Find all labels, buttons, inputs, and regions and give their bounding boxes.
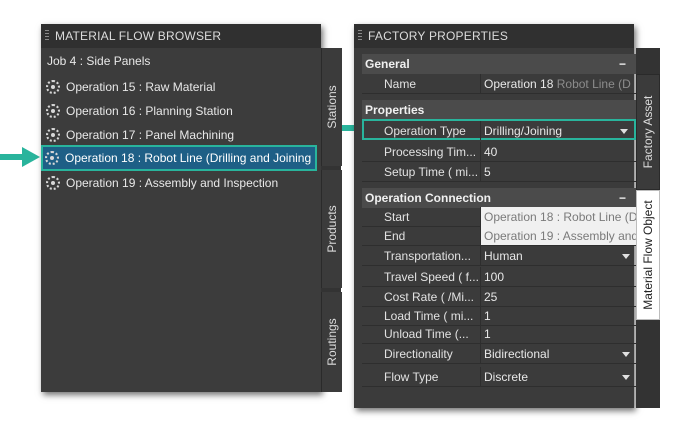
section-properties[interactable]: Properties [362, 100, 636, 120]
end-value: Operation 19 : Assembly and [480, 226, 636, 245]
gear-icon [46, 104, 60, 118]
chevron-down-icon[interactable] [622, 352, 630, 357]
material-flow-browser-panel: MATERIAL FLOW BROWSER Job 4 : Side Panel… [41, 24, 342, 392]
tab-products[interactable]: Products [321, 170, 342, 288]
property-row-transportation[interactable]: Transportation... Human [362, 246, 636, 266]
flow-type-select[interactable]: Discrete [480, 367, 636, 386]
operation-item[interactable]: Operation 19 : Assembly and Inspection [44, 172, 316, 194]
tab-label: Routings [325, 318, 339, 366]
property-label: End [384, 229, 406, 243]
properties-titlebar[interactable]: FACTORY PROPERTIES [354, 24, 634, 48]
section-operation-connection[interactable]: Operation Connection − [362, 188, 636, 208]
operation-label: Operation 15 : Raw Material [66, 80, 216, 94]
property-row-start: Start Operation 18 : Robot Line (D [362, 207, 636, 227]
property-label: Travel Speed ( f... [384, 270, 479, 284]
transportation-select[interactable]: Human [480, 246, 636, 265]
property-label: Operation Type [384, 124, 466, 138]
property-label: Load Time ( mi... [384, 309, 474, 323]
arrow-right-icon [0, 147, 40, 167]
job-node[interactable]: Job 4 : Side Panels [47, 54, 150, 68]
operation-label: Operation 16 : Planning Station [66, 104, 233, 118]
property-row-unload-time: Unload Time (... 1 [362, 324, 636, 344]
operation-item[interactable]: Operation 17 : Panel Machining [44, 124, 316, 146]
property-label: Start [384, 210, 410, 224]
chevron-down-icon[interactable] [622, 375, 630, 380]
property-row-flow-type[interactable]: Flow Type Discrete [362, 367, 636, 387]
property-row-processing-time: Processing Tim... 40 [362, 142, 636, 162]
gear-icon [46, 80, 60, 94]
property-label: Cost Rate ( /Mi... [384, 290, 475, 304]
property-label: Directionality [384, 347, 453, 361]
tab-factory-asset[interactable]: Factory Asset [636, 74, 660, 190]
unload-time-field[interactable]: 1 [480, 324, 636, 343]
property-label: Setup Time ( mi... [384, 165, 479, 179]
property-row-directionality[interactable]: Directionality Bidirectional [362, 344, 636, 364]
property-label: Processing Tim... [384, 145, 477, 159]
operation-item[interactable]: Operation 15 : Raw Material [44, 76, 316, 98]
chevron-down-icon[interactable] [620, 129, 628, 134]
property-row-setup-time: Setup Time ( mi... 5 [362, 162, 636, 182]
operation-item-selected[interactable]: Operation 18 : Robot Line (Drilling and … [41, 145, 317, 171]
tab-routings[interactable]: Routings [321, 292, 342, 392]
tab-material-flow-object[interactable]: Material Flow Object [636, 190, 660, 320]
tab-label: Material Flow Object [641, 200, 655, 310]
processing-time-field[interactable]: 40 [480, 142, 636, 161]
property-label: Flow Type [384, 370, 439, 384]
collapse-icon[interactable]: − [619, 54, 626, 74]
tab-label: Stations [325, 85, 339, 129]
start-value: Operation 18 : Robot Line (D [480, 207, 636, 226]
name-value[interactable]: Operation 18 Robot Line (D [480, 74, 636, 93]
load-time-field[interactable]: 1 [480, 306, 636, 325]
operation-item[interactable]: Operation 16 : Planning Station [44, 100, 316, 122]
select-value: Bidirectional [484, 347, 550, 361]
grip-icon[interactable] [45, 30, 49, 42]
section-title: General [365, 57, 410, 71]
browser-titlebar[interactable]: MATERIAL FLOW BROWSER [41, 24, 321, 48]
cost-rate-field[interactable]: 25 [480, 287, 636, 306]
tab-label: Factory Asset [641, 95, 655, 169]
property-label: Transportation... [384, 249, 471, 263]
tab-stations[interactable]: Stations [321, 48, 342, 166]
operation-label: Operation 19 : Assembly and Inspection [66, 176, 279, 190]
gear-icon [45, 151, 59, 165]
operation-label: Operation 17 : Panel Machining [66, 128, 235, 142]
property-row-load-time: Load Time ( mi... 1 [362, 306, 636, 326]
gear-icon [46, 128, 60, 142]
setup-time-field[interactable]: 5 [480, 162, 636, 181]
browser-title: MATERIAL FLOW BROWSER [55, 29, 222, 43]
operation-type-select[interactable]: Drilling/Joining [480, 121, 634, 140]
property-label: Name [384, 77, 417, 91]
property-row-end: End Operation 19 : Assembly and [362, 226, 636, 246]
section-title: Operation Connection [365, 191, 491, 205]
browser-side-tabs: Stations Products Routings [321, 48, 342, 392]
select-value: Discrete [484, 370, 529, 384]
property-label: Unload Time (... [384, 327, 469, 341]
section-title: Properties [365, 103, 425, 117]
property-row-operation-type[interactable]: Operation Type Drilling/Joining [362, 119, 636, 140]
select-value: Human [484, 249, 523, 263]
gear-icon [46, 176, 60, 190]
select-value: Drilling/Joining [484, 124, 563, 138]
factory-properties-panel: FACTORY PROPERTIES General − Name Operat… [354, 24, 660, 408]
operation-label: Operation 18 : Robot Line (Drilling and … [65, 151, 312, 165]
tab-label: Products [325, 205, 339, 253]
property-row-cost-rate: Cost Rate ( /Mi... 25 [362, 287, 636, 307]
travel-speed-field[interactable]: 100 [480, 267, 636, 286]
property-row-name: Name Operation 18 Robot Line (D [362, 74, 636, 94]
section-general[interactable]: General − [362, 54, 636, 74]
directionality-select[interactable]: Bidirectional [480, 344, 636, 363]
name-value-text: Operation 18 [484, 77, 554, 91]
grip-icon[interactable] [358, 30, 362, 42]
properties-side-tabs: Factory Asset Material Flow Object [636, 48, 660, 408]
properties-title: FACTORY PROPERTIES [368, 29, 509, 43]
chevron-down-icon[interactable] [622, 254, 630, 259]
name-value-suffix: Robot Line (D [556, 77, 631, 91]
collapse-icon[interactable]: − [619, 188, 626, 208]
property-row-travel-speed: Travel Speed ( f... 100 [362, 267, 636, 287]
